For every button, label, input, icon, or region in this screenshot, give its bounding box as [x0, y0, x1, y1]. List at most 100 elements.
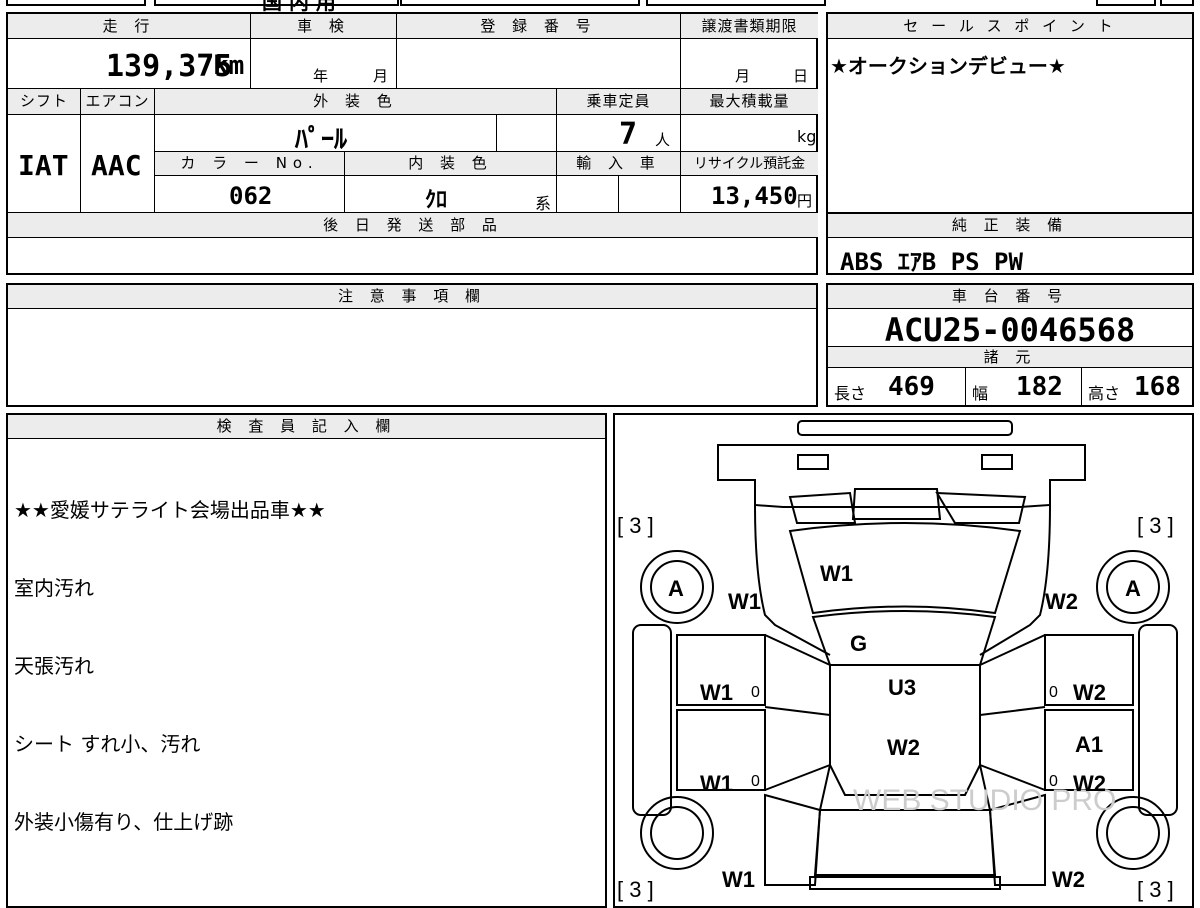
- interior-color-label: 内 装 色: [345, 152, 557, 176]
- recycle-value: 13,450: [711, 182, 798, 210]
- inspector-line: 外装小傷有り、仕上げ跡: [14, 810, 234, 834]
- notes-box: 注 意 事 項 欄: [6, 283, 818, 407]
- mileage-value-cell: 139,375 km: [8, 39, 251, 89]
- transfer-month-label: 月: [735, 67, 751, 85]
- tire-front-left: [ 3 ]: [617, 513, 654, 538]
- grille-center-shape: [851, 488, 942, 520]
- rear-hatch-shape: [813, 809, 997, 876]
- specs-label: 諸 元: [828, 346, 1192, 368]
- exterior-color-value-cell: ﾊﾟｰﾙ: [155, 115, 497, 155]
- rear-right-door-zero: 0: [1049, 773, 1058, 790]
- color-no-value: 062: [229, 182, 273, 210]
- exterior-color-value: ﾊﾟｰﾙ: [295, 125, 348, 155]
- inspection-month-label: 月: [373, 67, 389, 85]
- recycle-unit: 円: [797, 192, 813, 210]
- tire-rear-right: [ 3 ]: [1137, 877, 1174, 902]
- inspector-line: 天張汚れ: [14, 654, 94, 678]
- rear-left-quarter-label: W1: [722, 867, 755, 892]
- spec-length-value: 469: [888, 372, 935, 402]
- aircon-value-cell: AAC: [81, 115, 155, 213]
- chassis-box: 車 台 番 号 ACU25-0046568 諸 元 長さ 469 幅 182 高…: [826, 283, 1194, 407]
- inspector-notes: ★★愛媛サテライト会場出品車★★ 室内汚れ 天張汚れ シート すれ小、汚れ 外装…: [8, 441, 332, 891]
- transfer-value-cell: 月 日: [681, 39, 818, 89]
- interior-color-value-cell: ｸﾛ 系: [345, 176, 557, 213]
- front-right-door-zero: 0: [1049, 684, 1058, 701]
- inspector-line: ★★愛媛サテライト会場出品車★★: [14, 498, 326, 522]
- rear-left-quarter-shape: [764, 793, 822, 886]
- inspector-line: シート すれ小、汚れ: [14, 732, 201, 756]
- color-no-label: カ ラ ー No.: [155, 152, 345, 176]
- top-cut-strip: [6, 0, 1194, 6]
- shift-value: IAT: [18, 149, 69, 182]
- capacity-value-cell: 7 人: [557, 115, 681, 152]
- import-value-cell-a: [557, 176, 619, 213]
- tire-rear-left: [ 3 ]: [617, 877, 654, 902]
- exterior-color-label: 外 装 色: [155, 89, 557, 115]
- transfer-deadline-label: 譲渡書類期限: [681, 14, 818, 39]
- spec-length-label: 長さ: [834, 384, 867, 403]
- wheel-fl-label: A: [668, 576, 684, 601]
- spec-height-label: 高さ: [1088, 384, 1121, 403]
- max-load-unit: kg: [797, 127, 817, 146]
- registration-label: 登 録 番 号: [397, 14, 681, 39]
- sales-point-label: セ ー ル ス ポ イ ン ト: [828, 14, 1192, 39]
- mileage-label: 走 行: [8, 14, 251, 39]
- sales-point-box: セ ー ル ス ポ イ ン ト ★オークションデビュー★: [826, 12, 1194, 214]
- exterior-color-extra-cell: [497, 115, 557, 152]
- spec-length-cell: 長さ 469: [828, 368, 966, 405]
- max-load-label: 最大積載量: [681, 89, 818, 115]
- rear-right-door-label: W2: [1073, 771, 1106, 796]
- genuine-equipment-box: 純 正 装 備 ABS ｴｱB PS PW: [826, 212, 1194, 276]
- later-parts-value: [8, 238, 818, 273]
- right-skirt-shape: [1138, 624, 1178, 816]
- windshield-shape: [811, 610, 997, 666]
- roof-label: U3: [888, 675, 916, 700]
- capacity-label: 乗車定員: [557, 89, 681, 115]
- registration-value: [397, 39, 681, 89]
- hood-label: W1: [820, 561, 853, 586]
- chassis-value: ACU25-0046568: [884, 311, 1136, 349]
- headlight-left-shape: [797, 454, 829, 470]
- wheel-rl-inner: [650, 806, 704, 860]
- headlight-right-shape: [981, 454, 1013, 470]
- spec-height-value: 168: [1134, 372, 1181, 402]
- rear-bumper-shape: [809, 876, 1001, 890]
- front-left-fender-label: W1: [728, 589, 761, 614]
- left-skirt-shape: [632, 624, 672, 816]
- front-panel-shape: [717, 444, 1086, 508]
- aircon-value: AAC: [91, 149, 142, 182]
- wheel-fr-label: A: [1125, 576, 1141, 601]
- tire-front-right: [ 3 ]: [1137, 513, 1174, 538]
- inspection-value-cell: 年 月: [251, 39, 397, 89]
- car-diagram-box: WEB STUDIO PRO [ 3 ] [ 3 ] [ 3 ] [ 3 ] A…: [613, 413, 1194, 908]
- front-left-door-zero: 0: [751, 684, 760, 701]
- inspection-year-label: 年: [313, 67, 329, 85]
- import-value-cell-b: [619, 176, 681, 213]
- max-load-value-cell: kg: [681, 115, 818, 152]
- color-no-value-cell: 062: [155, 176, 345, 213]
- front-left-door-label: W1: [700, 680, 733, 705]
- chassis-label: 車 台 番 号: [828, 285, 1192, 309]
- roof-rear-label: W2: [887, 735, 920, 760]
- interior-color-suffix: 系: [535, 194, 552, 213]
- spec-height-cell: 高さ 168: [1082, 368, 1192, 405]
- spec-width-cell: 幅 182: [966, 368, 1082, 405]
- spec-width-value: 182: [1016, 372, 1063, 402]
- spec-width-label: 幅: [972, 384, 989, 403]
- genuine-equipment-value: ABS ｴｱB PS PW: [840, 248, 1023, 276]
- inspector-label: 検 査 員 記 入 欄: [8, 415, 605, 439]
- capacity-value: 7: [619, 117, 638, 152]
- import-label: 輸 入 車: [557, 152, 681, 176]
- recycle-value-cell: 13,450 円: [681, 176, 818, 213]
- transfer-day-label: 日: [793, 67, 809, 85]
- rear-right-door-a-label: A1: [1075, 732, 1103, 757]
- inspector-box: 検 査 員 記 入 欄 ★★愛媛サテライト会場出品車★★ 室内汚れ 天張汚れ シ…: [6, 413, 607, 908]
- rear-left-door-label: W1: [700, 771, 733, 796]
- mileage-unit: km: [213, 51, 245, 81]
- sales-point-text: ★オークションデビュー★: [830, 54, 1066, 78]
- front-right-fender-label: W2: [1045, 589, 1078, 614]
- specs-row: 長さ 469 幅 182 高さ 168: [828, 368, 1192, 405]
- windshield-label: G: [850, 631, 867, 656]
- later-parts-label: 後 日 発 送 部 品: [8, 213, 818, 238]
- vehicle-info-table: 走 行 車 検 登 録 番 号 譲渡書類期限 139,375 km 年 月 月 …: [6, 12, 818, 275]
